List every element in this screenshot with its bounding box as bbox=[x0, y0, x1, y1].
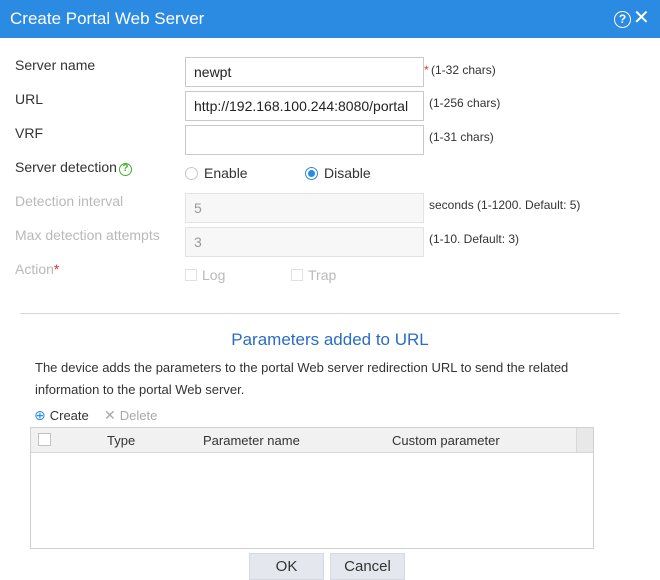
plus-circle-icon: ⊕ bbox=[34, 407, 46, 423]
checkbox-icon bbox=[185, 269, 197, 281]
server-name-label: Server name bbox=[15, 57, 96, 73]
column-header-custom-parameter[interactable]: Custom parameter bbox=[392, 433, 500, 448]
trap-checkbox-label: Trap bbox=[308, 267, 337, 283]
max-detection-attempts-hint: (1-10. Default: 3) bbox=[429, 232, 520, 246]
action-label: Action* bbox=[15, 261, 59, 277]
parameters-description: The device adds the parameters to the po… bbox=[35, 357, 595, 401]
disable-radio[interactable]: Disable bbox=[305, 165, 371, 181]
max-detection-attempts-label: Max detection attempts bbox=[15, 227, 160, 243]
radio-unselected-icon bbox=[185, 166, 198, 180]
required-mark: * bbox=[53, 261, 60, 277]
parameters-section-title: Parameters added to URL bbox=[231, 330, 429, 349]
table-header: Type Parameter name Custom parameter bbox=[31, 428, 593, 453]
x-icon: ✕ bbox=[104, 407, 116, 423]
close-icon[interactable]: ✕ bbox=[633, 8, 650, 28]
dialog-titlebar: Create Portal Web Server ? ✕ bbox=[0, 0, 660, 38]
select-all-checkbox[interactable] bbox=[38, 433, 51, 446]
log-checkbox[interactable]: Log bbox=[185, 267, 225, 283]
section-divider bbox=[20, 313, 620, 314]
parameters-description-line: The device adds the parameters to the po… bbox=[35, 360, 569, 375]
dialog-title: Create Portal Web Server bbox=[10, 9, 205, 28]
log-checkbox-label: Log bbox=[202, 267, 226, 283]
ok-button[interactable]: OK bbox=[249, 553, 324, 580]
required-mark: * bbox=[424, 63, 429, 77]
column-header-type[interactable]: Type bbox=[107, 433, 135, 448]
disable-radio-label: Disable bbox=[324, 165, 371, 181]
delete-button[interactable]: ✕ Delete bbox=[104, 407, 157, 424]
parameters-description-line: information to the portal Web server. bbox=[35, 382, 245, 397]
vrf-label: VRF bbox=[15, 125, 43, 141]
parameters-table: Type Parameter name Custom parameter bbox=[30, 427, 594, 549]
help-icon[interactable]: ? bbox=[614, 11, 631, 28]
column-header-parameter-name[interactable]: Parameter name bbox=[203, 433, 300, 448]
vrf-hint: (1-31 chars) bbox=[429, 130, 494, 144]
checkbox-icon bbox=[291, 269, 303, 281]
url-label: URL bbox=[15, 91, 44, 107]
url-hint: (1-256 chars) bbox=[429, 96, 501, 110]
delete-button-label: Delete bbox=[119, 408, 158, 423]
trap-checkbox[interactable]: Trap bbox=[291, 267, 336, 283]
cancel-button[interactable]: Cancel bbox=[330, 553, 405, 580]
server-name-hint: (1-32 chars) bbox=[431, 63, 496, 77]
vrf-input[interactable] bbox=[185, 125, 424, 155]
url-input[interactable]: http://192.168.100.244:8080/portal bbox=[185, 91, 424, 121]
action-label-text: Action bbox=[15, 261, 54, 277]
enable-radio-label: Enable bbox=[204, 165, 248, 181]
create-button[interactable]: ⊕ Create bbox=[34, 407, 89, 424]
enable-radio[interactable]: Enable bbox=[185, 165, 248, 181]
detection-interval-input[interactable]: 5 bbox=[185, 193, 424, 223]
detection-interval-hint: seconds (1-1200. Default: 5) bbox=[429, 198, 581, 212]
server-detection-label-text: Server detection bbox=[15, 159, 117, 175]
radio-selected-icon bbox=[305, 166, 318, 180]
help-icon[interactable]: ? bbox=[118, 163, 132, 176]
table-scrollbar-corner bbox=[576, 428, 593, 452]
create-button-label: Create bbox=[49, 408, 89, 423]
server-name-input[interactable]: newpt bbox=[185, 57, 424, 87]
max-detection-attempts-input[interactable]: 3 bbox=[185, 227, 424, 257]
server-detection-label: Server detection? bbox=[15, 159, 132, 176]
detection-interval-label: Detection interval bbox=[15, 193, 124, 209]
